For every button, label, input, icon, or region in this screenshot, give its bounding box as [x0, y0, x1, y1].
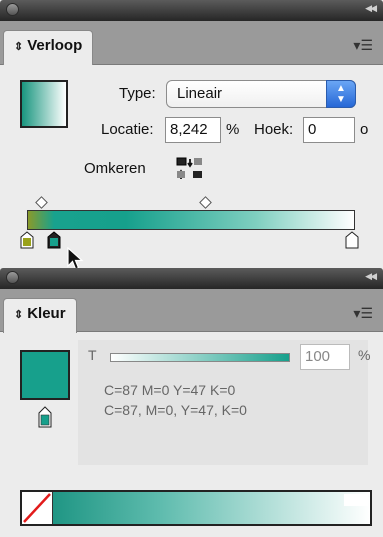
close-panel-icon[interactable] [6, 3, 19, 16]
swatch-stop-indicator-icon[interactable] [38, 406, 52, 428]
cmyk-readout-1: C=87 M=0 Y=47 K=0 [104, 382, 236, 398]
angle-unit: o [360, 121, 369, 138]
tint-field[interactable]: 100 [300, 344, 350, 370]
reverse-label: Omkeren [84, 160, 146, 177]
angle-label: Hoek: [254, 121, 294, 138]
location-unit: % [226, 121, 240, 138]
type-select[interactable]: Lineair ▲ ▼ [166, 80, 356, 108]
cmyk-readout-2: C=87, M=0, Y=47, K=0 [104, 402, 247, 418]
tab-stepper-icon: ⇕ [14, 309, 24, 321]
none-color-icon[interactable] [22, 492, 53, 524]
select-stepper-icon[interactable]: ▲ ▼ [326, 80, 356, 108]
tab-verloop[interactable]: ⇕ Verloop [3, 30, 94, 65]
collapse-icon[interactable]: ◀◀ [365, 271, 377, 282]
tint-slider[interactable] [110, 353, 290, 362]
location-field[interactable]: 8,242 [165, 117, 221, 143]
gradient-preview-swatch[interactable] [20, 80, 68, 128]
type-label: Type: [119, 85, 156, 102]
type-select-value: Lineair [177, 85, 223, 102]
midpoint-diamond-left[interactable] [35, 196, 48, 209]
gradient-stop-selected[interactable] [47, 231, 61, 249]
panel-menu-icon[interactable]: ▾☰ [353, 305, 373, 322]
color-tab-row: ⇕ Kleur ▾☰ [0, 289, 383, 333]
gradient-stop-right[interactable] [345, 231, 359, 249]
tab-kleur-label: Kleur [27, 305, 66, 322]
tab-stepper-icon: ⇕ [14, 41, 24, 53]
tab-verloop-label: Verloop [27, 37, 83, 54]
location-label: Locatie: [101, 121, 154, 138]
gradient-tab-row: ⇕ Verloop ▾☰ [0, 21, 383, 65]
ramp-white-swatch[interactable] [344, 494, 368, 506]
tint-label: T [88, 347, 97, 363]
color-panel-titlebar[interactable]: ◀◀ [0, 268, 383, 289]
midpoint-diamond-center[interactable] [199, 196, 212, 209]
angle-field[interactable]: 0 [303, 117, 355, 143]
color-ramp[interactable] [20, 490, 372, 526]
gradient-stop-left[interactable] [20, 231, 34, 249]
gradient-slider-bar[interactable] [27, 210, 355, 230]
tint-unit: % [358, 347, 371, 363]
gradient-panel-titlebar[interactable]: ◀◀ [0, 0, 383, 21]
close-panel-icon[interactable] [6, 271, 19, 284]
panel-menu-icon[interactable]: ▾☰ [353, 37, 373, 54]
gradient-panel: ◀◀ ⇕ Verloop ▾☰ Type: Lineair ▲ ▼ Locatie:… [0, 0, 383, 270]
collapse-icon[interactable]: ◀◀ [365, 3, 377, 14]
fill-color-swatch[interactable] [20, 350, 70, 400]
tab-kleur[interactable]: ⇕ Kleur [3, 298, 77, 333]
reverse-gradient-icon[interactable] [175, 155, 205, 183]
